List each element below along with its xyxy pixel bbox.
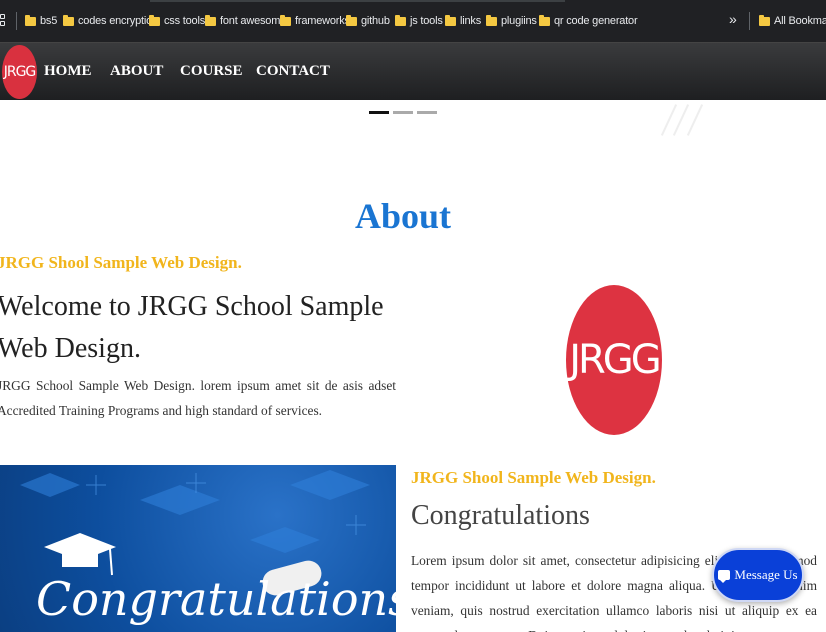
nav-about[interactable]: ABOUT [110, 63, 163, 80]
folder-icon [25, 14, 36, 26]
bookmark-label: All Bookmarks [774, 15, 826, 27]
nav-course[interactable]: COURSE [180, 63, 243, 80]
bookmark-qr-code-generator[interactable]: qr code generator [539, 13, 638, 29]
bookmarks-bar: bs5 codes encryption css tools font awes… [0, 0, 826, 42]
bookmark-label: bs5 [40, 15, 58, 27]
folder-icon [759, 14, 770, 26]
apps-grid-icon[interactable] [0, 14, 8, 30]
welcome-description: JRGG School Sample Web Design. lorem ips… [0, 378, 396, 418]
bookmark-github[interactable]: github [346, 13, 390, 29]
bookmark-frameworks[interactable]: frameworks [280, 13, 350, 29]
about-tagline: JRGG Shool Sample Web Design. [0, 253, 242, 272]
bookmark-js-tools[interactable]: js tools [395, 13, 443, 29]
folder-icon [205, 14, 216, 26]
bookmark-label: codes encryption [78, 15, 158, 27]
jrgg-logo: JRGG [566, 285, 662, 435]
carousel-indicator-3[interactable] [417, 111, 437, 114]
bookmark-label: github [361, 15, 390, 27]
site-logo[interactable]: JRGG [2, 45, 37, 99]
about-heading: About [354, 196, 452, 236]
nav-contact[interactable]: CONTACT [256, 63, 330, 80]
folder-icon [539, 14, 550, 26]
bookmark-label: plugiins [501, 15, 537, 27]
bookmark-bs5[interactable]: bs5 [25, 13, 57, 29]
bookmark-plugiins[interactable]: plugiins [486, 13, 537, 29]
carousel-indicator-1[interactable] [369, 111, 389, 114]
bookmark-label: frameworks [295, 15, 350, 27]
bookmark-css-tools[interactable]: css tools [149, 13, 205, 29]
folder-icon [63, 14, 74, 26]
decorative-stroke [672, 104, 690, 136]
decorative-stroke [686, 104, 704, 136]
bookmark-codes-encryption[interactable]: codes encryption [63, 13, 158, 29]
bookmark-links[interactable]: links [445, 13, 481, 29]
bookmark-label: qr code generator [554, 15, 638, 27]
graduation-image-text: Congratulations [36, 572, 396, 626]
carousel-indicator-2[interactable] [393, 111, 413, 114]
all-bookmarks[interactable]: All Bookmarks [759, 13, 826, 29]
message-us-button[interactable]: Message Us [712, 548, 804, 602]
congrats-heading: Congratulations [411, 500, 590, 531]
folder-icon [280, 14, 291, 26]
site-navbar: JRGG HOME ABOUT COURSE CONTACT [0, 42, 826, 100]
message-us-label: Message Us [734, 567, 798, 582]
tab-strip-edge [150, 0, 565, 2]
bookmarks-separator [16, 12, 17, 30]
more-bookmarks-chevron-icon[interactable]: » [729, 11, 737, 27]
bookmark-label: js tools [410, 15, 443, 27]
bookmark-label: font awesome [220, 15, 287, 27]
welcome-heading: Welcome to JRGG School Sample Web Design… [0, 291, 384, 364]
folder-icon [445, 14, 456, 26]
folder-icon [486, 14, 497, 26]
nav-home[interactable]: HOME [44, 63, 92, 80]
graduation-image: Congratulations [0, 465, 396, 632]
congrats-tagline: JRGG Shool Sample Web Design. [411, 468, 656, 487]
bookmark-label: css tools [164, 15, 205, 27]
folder-icon [149, 14, 160, 26]
bookmark-font-awesome[interactable]: font awesome [205, 13, 286, 29]
chat-icon [718, 570, 731, 583]
bookmarks-separator [749, 12, 750, 30]
folder-icon [346, 14, 357, 26]
bookmark-label: links [460, 15, 482, 27]
folder-icon [395, 14, 406, 26]
